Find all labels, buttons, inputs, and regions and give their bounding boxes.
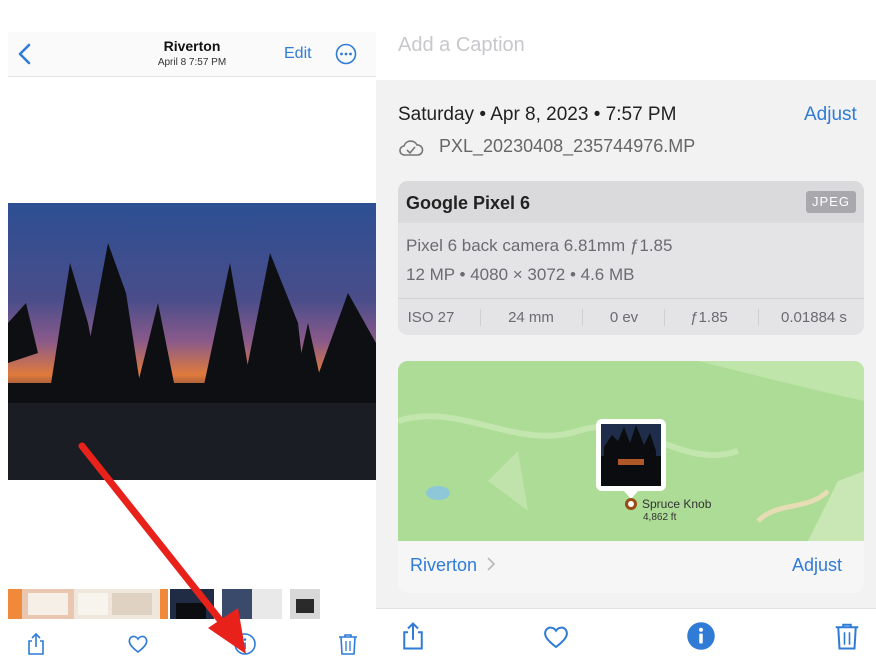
photo-title: Riverton [163,38,221,54]
exif-divider [582,309,583,326]
info-filled-icon[interactable] [686,621,716,651]
ellipsis-circle-icon[interactable] [335,43,357,65]
annotation-arrow [78,442,246,654]
file-name: PXL_20230408_235744976.MP [439,136,696,156]
location-card: Spruce Knob 4,862 ft Riverton Adjust [398,361,864,593]
lens-info: Pixel 6 back camera 6.81mm ƒ1.85 [406,236,673,255]
photo-viewer: Riverton April 8 7:57 PM Edit [8,32,376,662]
exif-divider [664,309,665,326]
nav-bar: Riverton April 8 7:57 PM Edit [8,32,376,77]
location-map[interactable] [398,361,864,541]
share-icon[interactable] [398,621,428,651]
exif-shutter-speed: 0.01884 s [781,309,847,326]
camera-info-card: Google Pixel 6 JPEG Pixel 6 back camera … [398,181,864,335]
info-panel: Add a Caption Saturday • Apr 8, 2023 • 7… [376,8,876,662]
map-pin-label: Spruce Knob [642,497,712,511]
edit-button[interactable]: Edit [284,45,312,63]
share-icon[interactable] [24,632,48,656]
exif-divider [758,309,759,326]
cloud-check-icon [399,140,424,156]
photo-date: Saturday • Apr 8, 2023 • 7:57 PM [398,104,677,125]
map-pin-elevation: 4,862 ft [643,512,677,523]
camera-header: Google Pixel 6 JPEG [398,181,864,223]
heart-icon[interactable] [541,622,571,652]
exif-aperture: ƒ1.85 [690,309,728,326]
chevron-right-icon [487,557,496,571]
location-name: Riverton [410,555,478,575]
trash-icon[interactable] [336,632,360,656]
adjust-date-button[interactable]: Adjust [804,104,857,126]
format-badge: JPEG [806,191,856,213]
exif-exposure-bias: 0 ev [609,309,639,326]
image-specs: 12 MP • 4080 × 3072 • 4.6 MB [406,265,635,284]
exif-row: ISO 27 24 mm 0 ev ƒ1.85 0.01884 s [398,298,864,335]
info-toolbar [376,608,876,662]
location-link[interactable]: Riverton [410,555,496,576]
exif-focal-length: 24 mm [508,309,554,326]
camera-model: Google Pixel 6 [406,193,531,213]
caption-bar: Add a Caption [376,8,876,80]
photo-timestamp: April 8 7:57 PM [157,57,227,68]
exif-iso: ISO 27 [407,309,455,326]
adjust-location-button[interactable]: Adjust [792,555,842,576]
exif-divider [480,309,481,326]
caption-input[interactable]: Add a Caption [398,34,525,57]
trash-icon[interactable] [832,621,862,651]
